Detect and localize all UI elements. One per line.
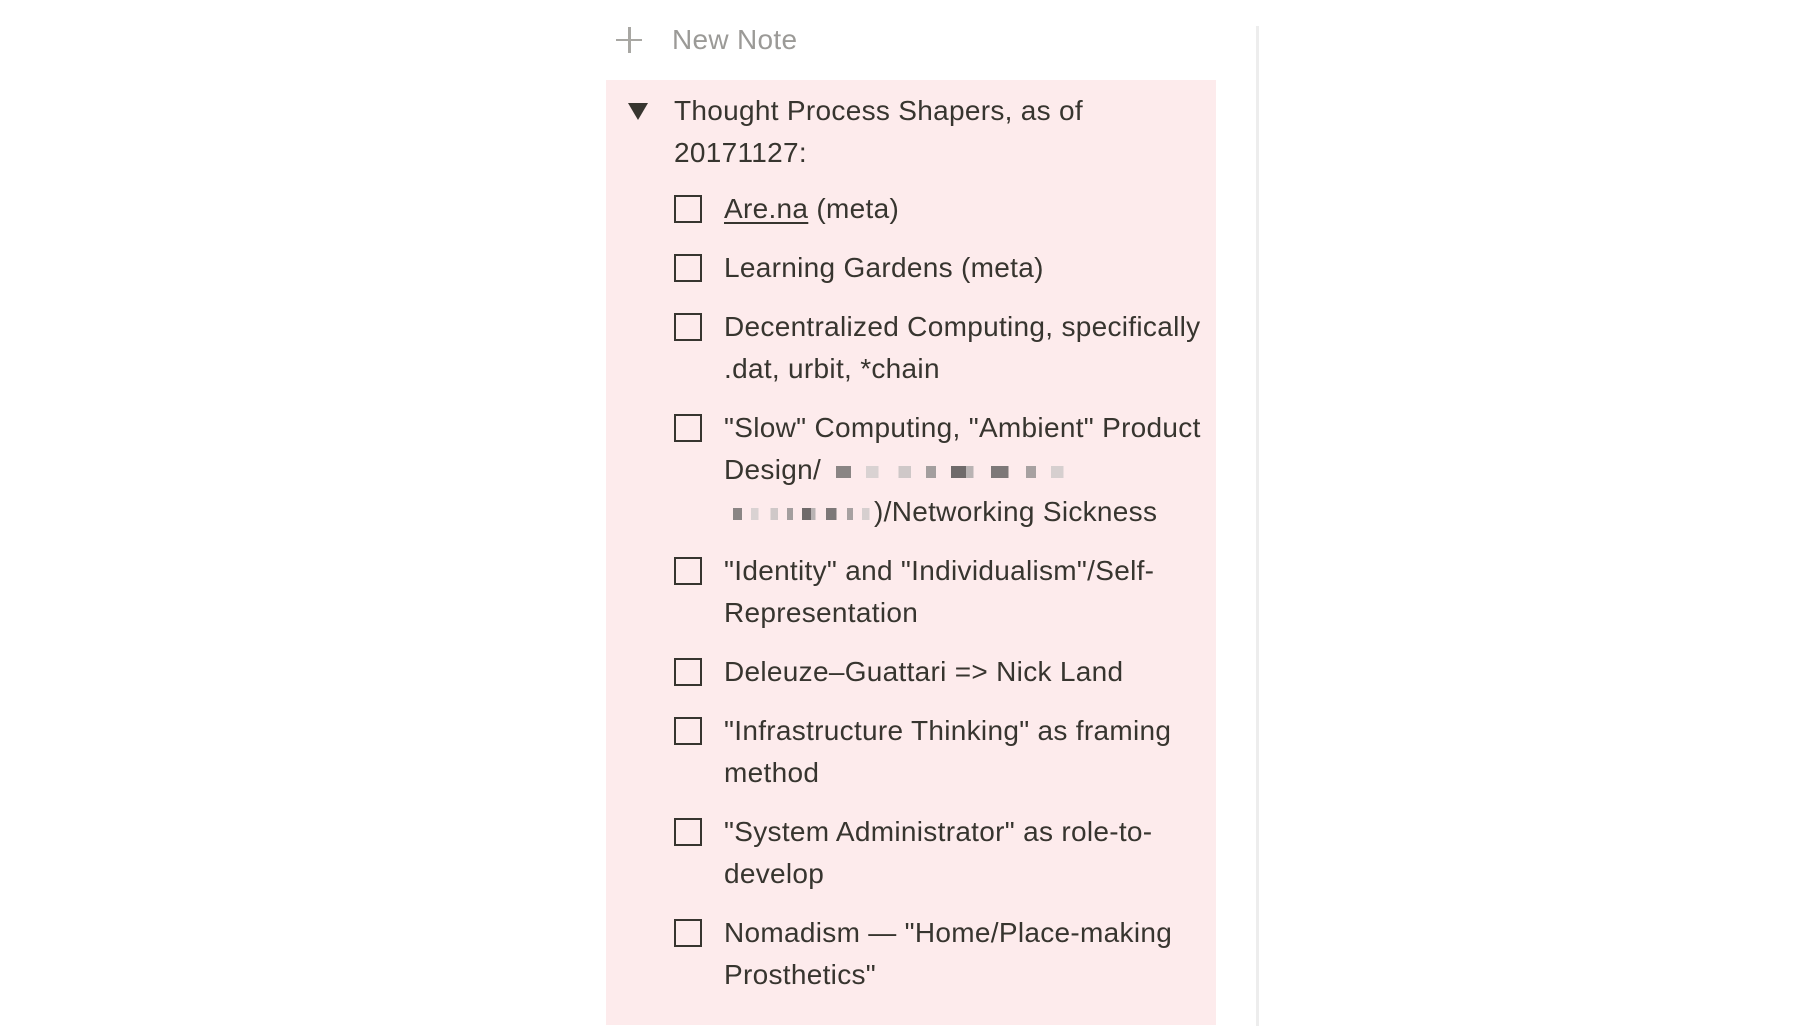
todo-checkbox[interactable] — [674, 658, 702, 686]
todo-text[interactable]: "Infrastructure Thinking" as framing met… — [724, 710, 1202, 794]
column-divider[interactable] — [1256, 26, 1259, 1026]
todo-text[interactable]: Nomadism — "Home/Place-making Prosthetic… — [724, 912, 1202, 996]
redacted-text — [724, 498, 874, 529]
todo-checkbox[interactable] — [674, 919, 702, 947]
todo-item: Are.na (meta) — [674, 188, 1202, 230]
todo-text-after: )/Networking Sickness — [874, 496, 1158, 527]
todo-checkbox[interactable] — [674, 717, 702, 745]
todo-list: Are.na (meta) Learning Gardens (meta) De… — [606, 188, 1202, 996]
todo-text[interactable]: "Identity" and "Individualism"/Self-Repr… — [724, 550, 1202, 634]
notion-page: New Note Thought Process Shapers, as of … — [0, 0, 1800, 1026]
todo-text[interactable]: Are.na (meta) — [724, 188, 1202, 230]
todo-item: Decentralized Computing, specifically .d… — [674, 306, 1202, 390]
todo-item: "Slow" Computing, "Ambient" Product Desi… — [674, 407, 1202, 533]
todo-checkbox[interactable] — [674, 313, 702, 341]
todo-text[interactable]: "System Administrator" as role-to-develo… — [724, 811, 1202, 895]
toggle-triangle-icon[interactable] — [628, 103, 648, 120]
todo-checkbox[interactable] — [674, 818, 702, 846]
plus-icon — [612, 23, 646, 57]
todo-item: "Identity" and "Individualism"/Self-Repr… — [674, 550, 1202, 634]
todo-text[interactable]: Learning Gardens (meta) — [724, 247, 1202, 289]
todo-checkbox[interactable] — [674, 557, 702, 585]
todo-text-suffix: (meta) — [808, 193, 900, 224]
todo-item: "System Administrator" as role-to-develo… — [674, 811, 1202, 895]
toggle-header: Thought Process Shapers, as of 20171127: — [606, 90, 1202, 174]
todo-item: Deleuze–Guattari => Nick Land — [674, 651, 1202, 693]
todo-checkbox[interactable] — [674, 414, 702, 442]
todo-text[interactable]: Deleuze–Guattari => Nick Land — [724, 651, 1202, 693]
todo-checkbox[interactable] — [674, 195, 702, 223]
todo-text[interactable]: Decentralized Computing, specifically .d… — [724, 306, 1202, 390]
todo-item: Learning Gardens (meta) — [674, 247, 1202, 289]
todo-checkbox[interactable] — [674, 254, 702, 282]
todo-text[interactable]: "Slow" Computing, "Ambient" Product Desi… — [724, 407, 1202, 533]
todo-item: Nomadism — "Home/Place-making Prosthetic… — [674, 912, 1202, 996]
todo-item: "Infrastructure Thinking" as framing met… — [674, 710, 1202, 794]
new-note-button[interactable]: New Note — [606, 0, 1216, 80]
redacted-text — [821, 456, 1072, 487]
notes-column: New Note Thought Process Shapers, as of … — [606, 0, 1216, 1026]
toggle-title[interactable]: Thought Process Shapers, as of 20171127: — [674, 90, 1114, 174]
toggle-block[interactable]: Thought Process Shapers, as of 20171127:… — [606, 80, 1216, 1025]
arena-link[interactable]: Are.na — [724, 193, 808, 224]
new-note-label: New Note — [672, 24, 798, 55]
